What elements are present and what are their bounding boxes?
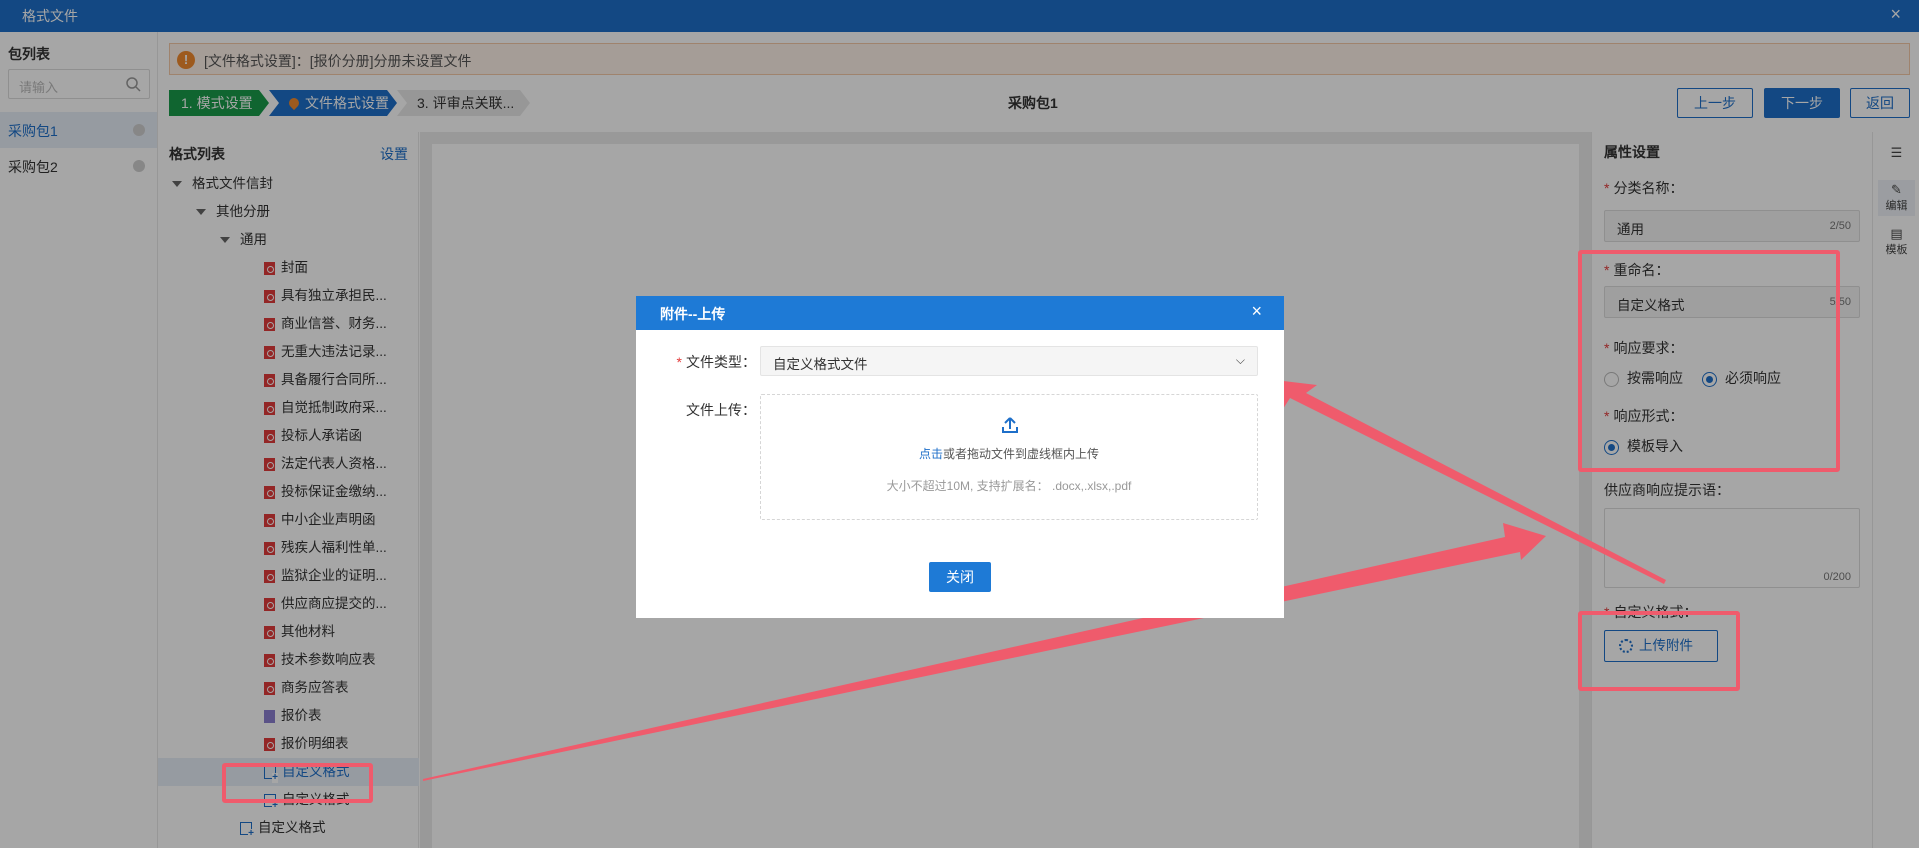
file-upload-label: 文件上传： [686,402,756,418]
annotation-box-tree-item [222,763,373,803]
upload-icon [1002,417,1018,433]
drop-hint: 大小不超过10M, 支持扩展名： .docx,.xlsx,.pdf [886,479,1132,493]
dialog-header: 附件--上传 × [636,296,1284,330]
annotation-box-properties [1578,250,1840,472]
chevron-down-icon: ⌵ [1235,353,1245,367]
click-upload-link[interactable]: 点击 [919,447,943,461]
file-type-select[interactable]: 自定义格式文件 ⌵ [760,346,1258,376]
dialog-title: 附件--上传 [660,306,726,322]
file-drop-zone[interactable]: 点击或者拖动文件到虚线框内上传 大小不超过10M, 支持扩展名： .docx,.… [760,394,1258,520]
drop-instruction: 点击或者拖动文件到虚线框内上传 [918,447,1100,461]
dialog-close-icon[interactable]: × [1251,301,1262,322]
dialog-close-button[interactable]: 关闭 [929,562,991,592]
upload-dialog: 附件--上传 × * 文件类型： 自定义格式文件 ⌵ 文件上传： 点击或者拖动文件… [636,296,1284,618]
file-type-label: * 文件类型： [676,354,756,370]
annotation-box-upload [1578,611,1740,691]
file-type-value: 自定义格式文件 [773,357,868,372]
